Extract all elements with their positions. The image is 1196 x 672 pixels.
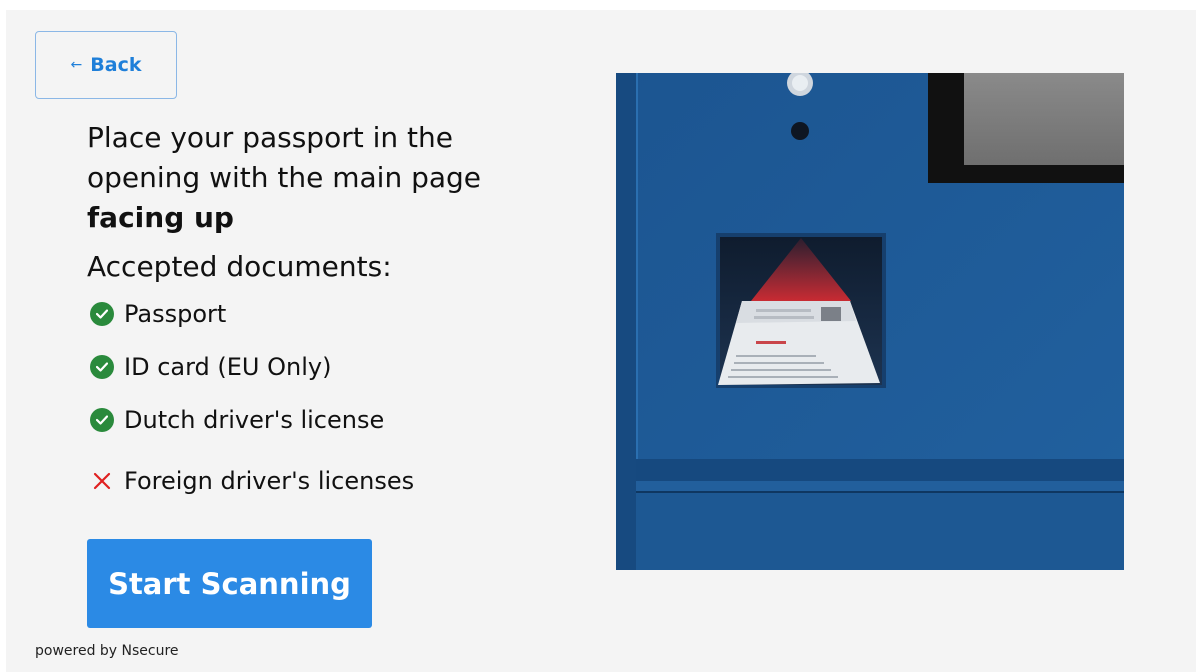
arrow-left-icon: ← [70,57,83,73]
back-button-label: Back [90,54,142,76]
passport-scanner-illustration [616,73,1124,570]
instruction-emphasis: facing up [87,201,234,234]
list-item-id-card: ID card (EU Only) [90,353,331,381]
list-item-passport: Passport [90,300,226,328]
check-circle-icon [90,408,114,432]
main-panel: ← Back Place your passport in the openin… [6,10,1196,672]
accepted-documents-title: Accepted documents: [87,250,392,283]
document-label: Foreign driver's licenses [124,467,415,495]
list-item-dutch-license: Dutch driver's license [90,406,384,434]
back-button[interactable]: ← Back [35,31,177,99]
start-scanning-button[interactable]: Start Scanning [87,539,372,628]
instruction-main: Place your passport in the opening with … [87,121,482,194]
cross-icon [90,469,114,493]
document-label: Dutch driver's license [124,406,385,434]
check-circle-icon [90,355,114,379]
list-item-foreign-license: Foreign driver's licenses [90,467,414,495]
check-circle-icon [90,302,114,326]
document-label: ID card (EU Only) [124,353,332,381]
document-label: Passport [124,300,227,328]
powered-by-text: powered by Nsecure [35,643,179,659]
instruction-text: Place your passport in the opening with … [87,118,557,238]
